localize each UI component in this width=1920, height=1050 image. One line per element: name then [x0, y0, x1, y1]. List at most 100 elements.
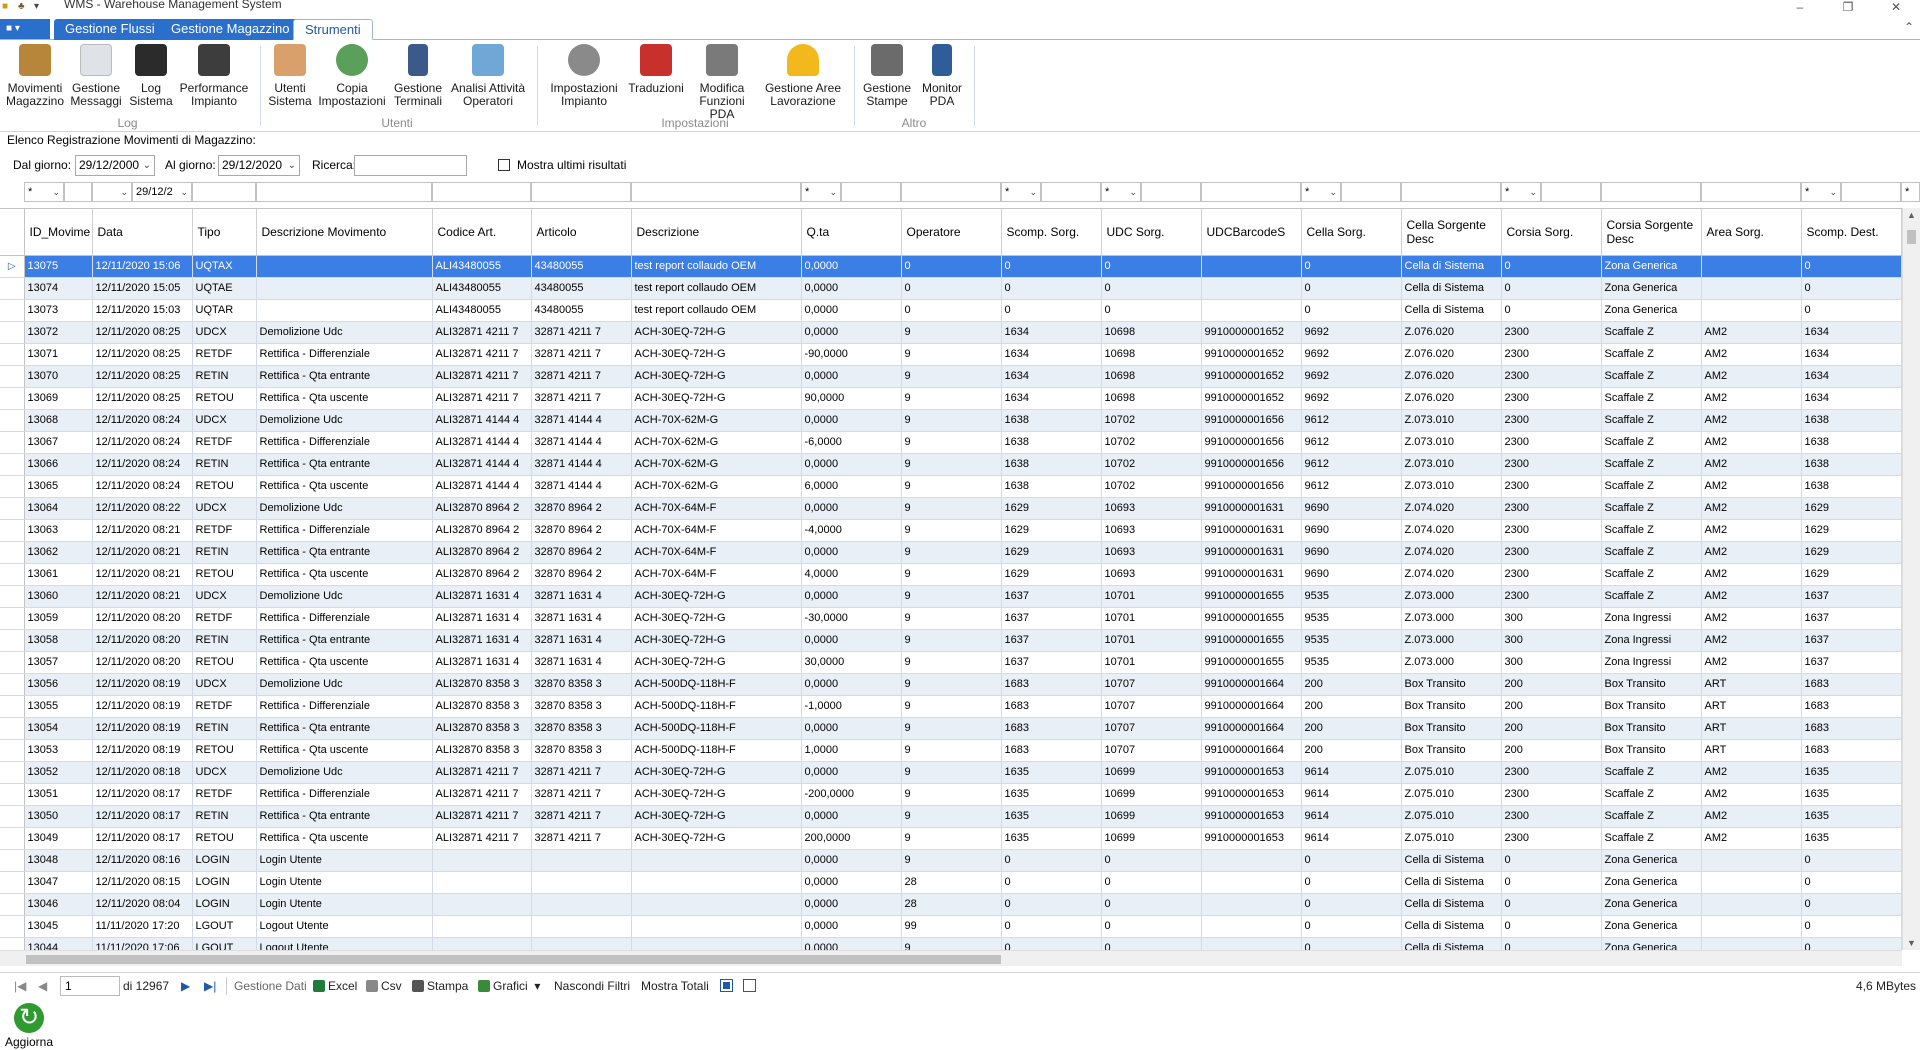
gestione-dati-button[interactable]: Gestione Dati — [234, 979, 307, 993]
table-cell[interactable]: Demolizione Udc — [256, 585, 433, 608]
table-cell[interactable]: 9 — [901, 431, 1002, 454]
gestione-messaggi-button[interactable]: Gestione Messaggi — [68, 44, 124, 108]
table-cell[interactable]: ALI32870 8964 2 — [432, 519, 532, 542]
table-cell[interactable] — [531, 893, 632, 916]
row-header[interactable] — [0, 827, 25, 850]
table-cell[interactable]: ACH-70X-64M-F — [631, 541, 802, 564]
table-cell[interactable]: 9910000001653 — [1201, 761, 1302, 784]
table-cell[interactable]: 1637 — [1801, 607, 1902, 630]
table-cell[interactable]: 9692 — [1301, 321, 1402, 344]
table-cell[interactable]: test report collaudo OEM — [631, 277, 802, 300]
col-header-codice-art[interactable]: Codice Art. — [432, 209, 532, 256]
table-cell[interactable]: 9 — [901, 475, 1002, 498]
table-cell[interactable]: 32871 4211 7 — [531, 343, 632, 366]
table-cell[interactable]: 12/11/2020 08:24 — [92, 431, 193, 454]
table-cell[interactable]: 1634 — [1801, 321, 1902, 344]
table-cell[interactable]: 1,0000 — [801, 739, 902, 762]
nascondi-filtri-button[interactable]: Nascondi Filtri — [554, 979, 630, 993]
last-page-icon[interactable]: ▶| — [204, 979, 216, 993]
table-cell[interactable]: -1,0000 — [801, 695, 902, 718]
row-header[interactable] — [0, 541, 25, 564]
table-cell[interactable]: Scaffale Z — [1601, 387, 1702, 410]
table-cell[interactable]: 13052 — [24, 761, 93, 784]
table-cell[interactable] — [631, 871, 802, 894]
table-cell[interactable]: 13062 — [24, 541, 93, 564]
table-cell[interactable]: 9 — [901, 563, 1002, 586]
table-cell[interactable]: 0,0000 — [801, 277, 902, 300]
table-cell[interactable]: 32871 4144 4 — [531, 453, 632, 476]
table-cell[interactable]: 9910000001655 — [1201, 629, 1302, 652]
row-header[interactable] — [0, 343, 25, 366]
table-cell[interactable]: ACH-500DQ-118H-F — [631, 695, 802, 718]
table-cell[interactable]: Zona Generica — [1601, 255, 1702, 278]
table-cell[interactable]: Scaffale Z — [1601, 541, 1702, 564]
mostra-totali-button[interactable]: Mostra Totali — [641, 979, 709, 993]
table-cell[interactable]: 12/11/2020 08:20 — [92, 629, 193, 652]
column-filter-input[interactable] — [192, 182, 256, 202]
column-filter-operator[interactable]: * — [1901, 182, 1920, 202]
table-cell[interactable]: ACH-30EQ-72H-G — [631, 607, 802, 630]
table-cell[interactable] — [256, 255, 433, 278]
table-cell[interactable]: -6,0000 — [801, 431, 902, 454]
table-cell[interactable]: AM2 — [1701, 585, 1802, 608]
table-cell[interactable]: Cella di Sistema — [1401, 893, 1502, 916]
maximize-button[interactable]: ❐ — [1828, 0, 1868, 16]
table-cell[interactable]: 1683 — [1801, 739, 1902, 762]
table-cell[interactable]: 9 — [901, 695, 1002, 718]
row-header[interactable] — [0, 453, 25, 476]
table-cell[interactable]: 32871 4211 7 — [531, 827, 632, 850]
tab-gestione-flussi[interactable]: Gestione Flussi — [54, 19, 166, 40]
table-cell[interactable]: 12/11/2020 08:20 — [92, 651, 193, 674]
table-cell[interactable]: 0,0000 — [801, 541, 902, 564]
table-cell[interactable]: RETIN — [192, 805, 257, 828]
table-cell[interactable]: 13053 — [24, 739, 93, 762]
table-cell[interactable]: 9614 — [1301, 805, 1402, 828]
table-cell[interactable]: Rettifica - Qta uscente — [256, 827, 433, 850]
table-cell[interactable]: RETDF — [192, 695, 257, 718]
analisi-attivita-operatori-button[interactable]: Analisi Attività Operatori — [448, 44, 528, 108]
table-cell[interactable]: ACH-30EQ-72H-G — [631, 585, 802, 608]
table-cell[interactable]: UDCX — [192, 673, 257, 696]
table-cell[interactable]: 10698 — [1101, 365, 1202, 388]
table-cell[interactable]: 0,0000 — [801, 585, 902, 608]
table-row[interactable]: 13058 12/11/2020 08:20 RETIN Rettifica - Qt… — [0, 629, 1902, 652]
table-cell[interactable]: Z.073.000 — [1401, 585, 1502, 608]
row-header[interactable] — [0, 497, 25, 520]
table-cell[interactable]: 12/11/2020 08:24 — [92, 409, 193, 432]
table-cell[interactable]: 0 — [1801, 299, 1902, 322]
table-cell[interactable] — [1701, 915, 1802, 938]
table-cell[interactable]: 1629 — [1801, 519, 1902, 542]
prev-page-icon[interactable]: ◀ — [38, 979, 47, 993]
table-cell[interactable]: 0 — [1101, 255, 1202, 278]
table-cell[interactable]: Z.076.020 — [1401, 343, 1502, 366]
column-filter-operator[interactable]: * ⌄ — [1101, 182, 1141, 202]
table-cell[interactable]: 0 — [1801, 255, 1902, 278]
table-cell[interactable]: ART — [1701, 673, 1802, 696]
table-cell[interactable]: Scaffale Z — [1601, 365, 1702, 388]
column-filter-operator[interactable]: * ⌄ — [24, 182, 64, 202]
table-cell[interactable]: 0 — [1001, 849, 1102, 872]
table-cell[interactable]: 1683 — [1801, 673, 1902, 696]
table-cell[interactable]: 200 — [1501, 739, 1602, 762]
table-cell[interactable]: 0,0000 — [801, 937, 902, 950]
table-cell[interactable]: ALI32871 4211 7 — [432, 321, 532, 344]
table-cell[interactable]: ALI32870 8964 2 — [432, 541, 532, 564]
table-row[interactable]: 13068 12/11/2020 08:24 UDCX Demolizione Udc… — [0, 409, 1902, 432]
column-filter-input[interactable] — [1601, 182, 1701, 202]
table-cell[interactable]: 1629 — [1001, 519, 1102, 542]
table-cell[interactable]: LOGIN — [192, 893, 257, 916]
table-cell[interactable]: 9 — [901, 937, 1002, 950]
table-cell[interactable]: ACH-70X-64M-F — [631, 497, 802, 520]
col-header-descrizione[interactable]: Descrizione — [631, 209, 802, 256]
table-cell[interactable]: 13055 — [24, 695, 93, 718]
table-cell[interactable]: 9910000001656 — [1201, 431, 1302, 454]
col-header-corsia-sorg[interactable]: Corsia Sorg. — [1501, 209, 1602, 256]
column-filter-operator[interactable]: * ⌄ — [801, 182, 841, 202]
table-cell[interactable]: 1634 — [1801, 343, 1902, 366]
table-cell[interactable]: Demolizione Udc — [256, 409, 433, 432]
table-cell[interactable]: 43480055 — [531, 255, 632, 278]
unchecked-toggle[interactable] — [743, 979, 756, 992]
table-cell[interactable]: 10699 — [1101, 827, 1202, 850]
horizontal-scrollbar[interactable] — [0, 950, 1902, 966]
table-cell[interactable]: 9690 — [1301, 541, 1402, 564]
